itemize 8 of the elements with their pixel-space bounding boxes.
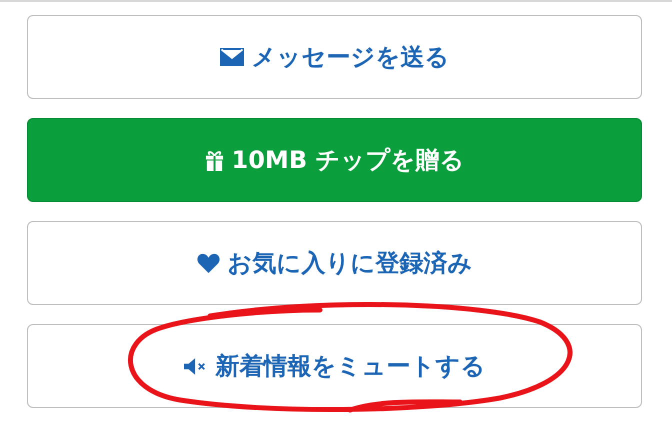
gift-icon (204, 150, 224, 170)
envelope-icon (220, 48, 244, 66)
action-button[interactable]: メッセージを送る (27, 15, 642, 99)
action-button[interactable]: お気に入りに登録済み (27, 221, 642, 305)
heart-icon (196, 253, 220, 273)
mute-icon (184, 358, 208, 374)
action-button[interactable]: 10MB チップを贈る (27, 118, 642, 202)
action-button[interactable]: 新着情報をミュートする (27, 324, 642, 408)
